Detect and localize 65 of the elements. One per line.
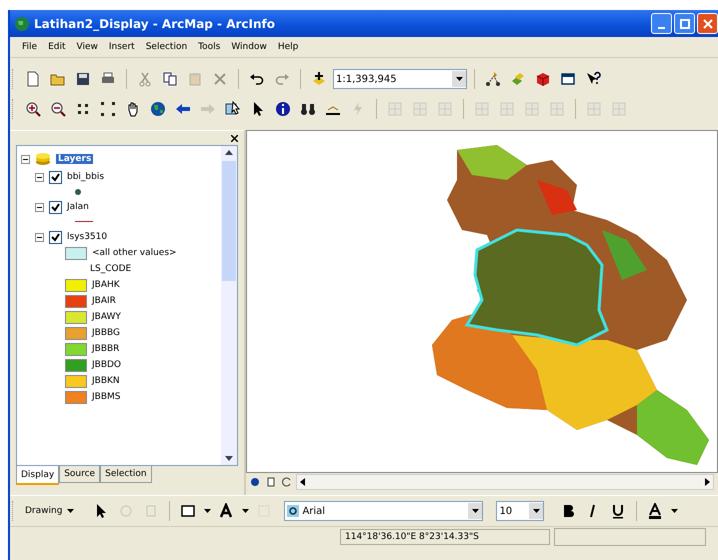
map-view[interactable] (246, 130, 718, 473)
collapse-icon[interactable] (35, 172, 44, 182)
caret-icon (204, 509, 211, 513)
point-symbol-icon (75, 188, 81, 194)
maximize-icon (680, 18, 690, 28)
caret-icon (532, 509, 540, 513)
caret-icon (472, 509, 479, 513)
legend-label: JBAHK (92, 280, 120, 290)
data-view-icon[interactable] (248, 475, 262, 489)
caret-icon (242, 509, 249, 513)
menu-item[interactable]: Tools (196, 41, 222, 53)
legend-label: JBBMS (92, 392, 120, 402)
legend-label: JBAIR (92, 296, 116, 306)
legend-label: JBBBG (92, 328, 120, 338)
scrollbar[interactable] (296, 474, 714, 490)
drawing-menu[interactable]: Drawing (22, 504, 78, 518)
font-field[interactable]: Arial (284, 501, 484, 521)
menu-item[interactable]: Selection (144, 41, 190, 53)
caret-icon (456, 77, 462, 81)
menu-item[interactable]: View (74, 41, 100, 53)
collapse-icon[interactable] (35, 232, 44, 242)
collapse-icon[interactable] (35, 202, 44, 212)
field-name: LS_CODE (89, 264, 132, 274)
scrollbar[interactable] (221, 146, 237, 465)
line-symbol-icon (75, 220, 93, 222)
menu-item[interactable]: File (20, 41, 40, 53)
close-icon (702, 18, 712, 28)
scroll-left-icon[interactable] (300, 478, 305, 486)
layer-group-label[interactable]: Layers (56, 154, 94, 164)
legend-label: JBBDO (92, 360, 122, 370)
layer-name[interactable]: lsys3510 (67, 232, 108, 242)
menu-item[interactable]: Edit (46, 41, 68, 53)
scroll-right-icon[interactable] (705, 478, 710, 486)
maximize-button[interactable] (674, 13, 695, 34)
caret-icon (67, 509, 74, 513)
legend-label: JBBKN (92, 376, 120, 386)
layer-name[interactable]: Jalan (67, 202, 89, 212)
font-size-field[interactable]: 10 (496, 501, 544, 521)
layer-checkbox[interactable] (49, 170, 62, 184)
layer-checkbox[interactable] (49, 230, 62, 244)
font-type-icon (287, 505, 300, 517)
tab[interactable]: Selection (100, 466, 152, 483)
minimize-icon (658, 26, 665, 28)
menu-item[interactable]: Insert (106, 41, 137, 53)
tab[interactable]: Source (59, 466, 100, 483)
legend-label: JBAWY (92, 312, 121, 322)
coordinates-readout: 114°18'36.10"E 8°23'14.33"S (340, 529, 550, 545)
caret-icon (670, 509, 678, 513)
scale-field[interactable]: 1:1,393,945 (333, 69, 467, 89)
layers-icon (35, 152, 51, 166)
scrollbar-thumb[interactable] (222, 161, 236, 281)
layer-name[interactable]: bbi_bbis (67, 172, 104, 182)
minimize-button[interactable] (651, 13, 672, 34)
tab[interactable]: Display (16, 466, 60, 485)
globe-icon (14, 16, 30, 32)
window-title: Latihan2_Display - ArcMap - ArcInfo (34, 16, 276, 30)
legend-label: JBBBR (92, 344, 120, 354)
scroll-up-icon[interactable] (225, 150, 233, 155)
layer-checkbox[interactable] (49, 200, 62, 214)
legend-label: <all other values> (92, 248, 177, 258)
scroll-down-icon[interactable] (225, 456, 233, 461)
close-button[interactable] (229, 132, 240, 144)
menu-item[interactable]: Help (276, 41, 300, 53)
collapse-icon[interactable] (21, 154, 30, 164)
menu-item[interactable]: Window (229, 41, 269, 53)
